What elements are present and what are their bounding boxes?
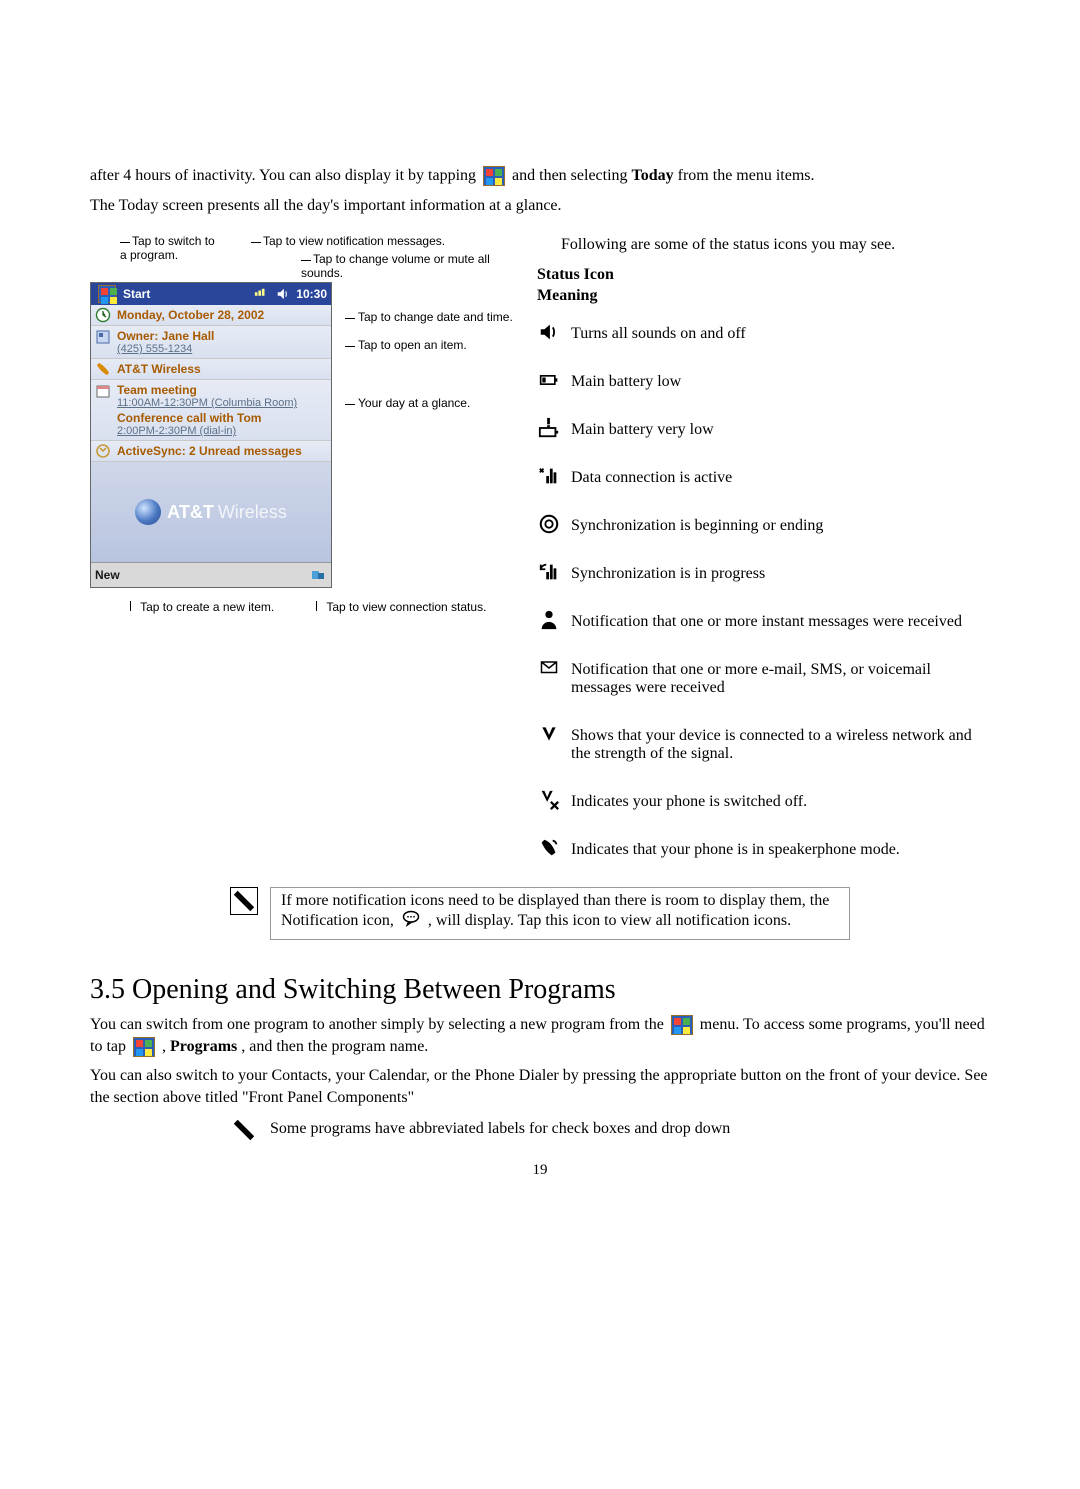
sync-icon [95,443,111,459]
intro-paragraph-1: after 4 hours of inactivity. You can als… [90,165,990,187]
battery-very-low-icon [537,417,561,439]
today-screen-mock: Start 10:30 Monda [90,282,332,588]
battery-low-icon [537,369,561,391]
date-row[interactable]: Monday, October 28, 2002 [91,305,331,326]
intro-1c: from the menu items. [678,167,815,184]
section-3-5-heading: 3.5 Opening and Switching Between Progra… [90,974,990,1006]
start-flag-icon [133,1037,155,1057]
phone-icon [95,361,111,377]
start-flag-icon [483,166,505,186]
note-abbrev-labels: Some programs have abbreviated labels fo… [230,1116,990,1144]
intro-1a: after 4 hours of inactivity. You can als… [90,167,480,184]
data-active-icon [537,465,561,487]
note-icon [230,1116,258,1144]
status-speakerphone: Indicates that your phone is in speakerp… [537,837,990,859]
section-3-5-p1: You can switch from one program to anoth… [90,1014,990,1057]
status-mail-received: Notification that one or more e-mail, SM… [537,657,990,697]
intro-1b: and then selecting [512,167,632,184]
mail-notification-icon [537,657,561,679]
ann-create-new: Tap to create a new item. [90,600,316,614]
status-phone-off: Indicates your phone is switched off. [537,789,990,811]
calendar-icon [95,383,111,399]
globe-icon [135,499,161,525]
command-bar: New [91,562,331,587]
antenna-signal-icon [537,723,561,745]
page-number: 19 [90,1162,990,1179]
status-data-active: Data connection is active [537,465,990,487]
status-head-2: Meaning [537,287,597,304]
document-page: after 4 hours of inactivity. You can als… [0,0,1080,1489]
today-screen-diagram: Tap to switch to a program. Tap to view … [90,234,525,865]
start-flag-icon [671,1015,693,1035]
note-icon [230,887,258,915]
note1-b: , will display. Tap this icon to view al… [428,912,791,929]
status-intro: Following are some of the status icons y… [537,234,990,256]
note-notification-overflow: If more notification icons need to be di… [230,887,850,940]
sync-progress-icon [537,561,561,583]
section-3-5-p2: You can also switch to your Contacts, yo… [90,1065,990,1108]
speakerphone-icon [537,837,561,859]
status-wireless-signal: Shows that your device is connected to a… [537,723,990,763]
speaker-toggle-icon [537,321,561,343]
contacts-icon [95,329,111,345]
calendar-row[interactable]: Team meeting 11:00AM-12:30PM (Columbia R… [91,380,331,441]
antenna-off-icon [537,789,561,811]
ann-view-notifications: Tap to view notification messages. [251,234,525,248]
intro-1-bold: Today [632,167,674,184]
speech-bubble-icon [401,910,421,933]
signal-icon[interactable] [252,285,270,303]
carrier-logo: AT&T Wireless [91,462,331,562]
title-bar[interactable]: Start 10:30 [91,283,331,305]
carrier-row[interactable]: AT&T Wireless [91,359,331,380]
owner-row[interactable]: Owner: Jane Hall (425) 555-1234 [91,326,331,359]
ann-open-item: Tap to open an item. [345,338,467,352]
status-battery-low: Main battery low [537,369,990,391]
ann-switch-program: Tap to switch to a program. [90,234,215,280]
status-icon-list: Following are some of the status icons y… [537,234,990,865]
clock-label[interactable]: 10:30 [296,287,327,301]
ann-change-datetime: Tap to change date and time. [345,310,513,324]
sync-begin-end-icon [537,513,561,535]
connectivity-icon[interactable] [309,566,327,584]
ann-change-volume: Tap to change volume or mute all sounds. [301,252,525,280]
volume-icon[interactable] [274,285,292,303]
clock-icon [95,307,111,323]
start-flag-icon[interactable] [98,285,116,303]
im-notification-icon [537,609,561,631]
status-sounds: Turns all sounds on and off [537,321,990,343]
activesync-row[interactable]: ActiveSync: 2 Unread messages [91,441,331,462]
status-battery-very-low: Main battery very low [537,417,990,439]
status-sync-begin-end: Synchronization is beginning or ending [537,513,990,535]
intro-paragraph-2: The Today screen presents all the day's … [90,195,990,217]
start-label[interactable]: Start [123,287,150,301]
new-button[interactable]: New [95,568,120,582]
status-head-1: Status Icon [537,266,614,283]
ann-day-glance: Your day at a glance. [345,396,470,410]
ann-view-connection: Tap to view connection status. [316,600,525,614]
status-sync-progress: Synchronization is in progress [537,561,990,583]
status-im-received: Notification that one or more instant me… [537,609,990,631]
